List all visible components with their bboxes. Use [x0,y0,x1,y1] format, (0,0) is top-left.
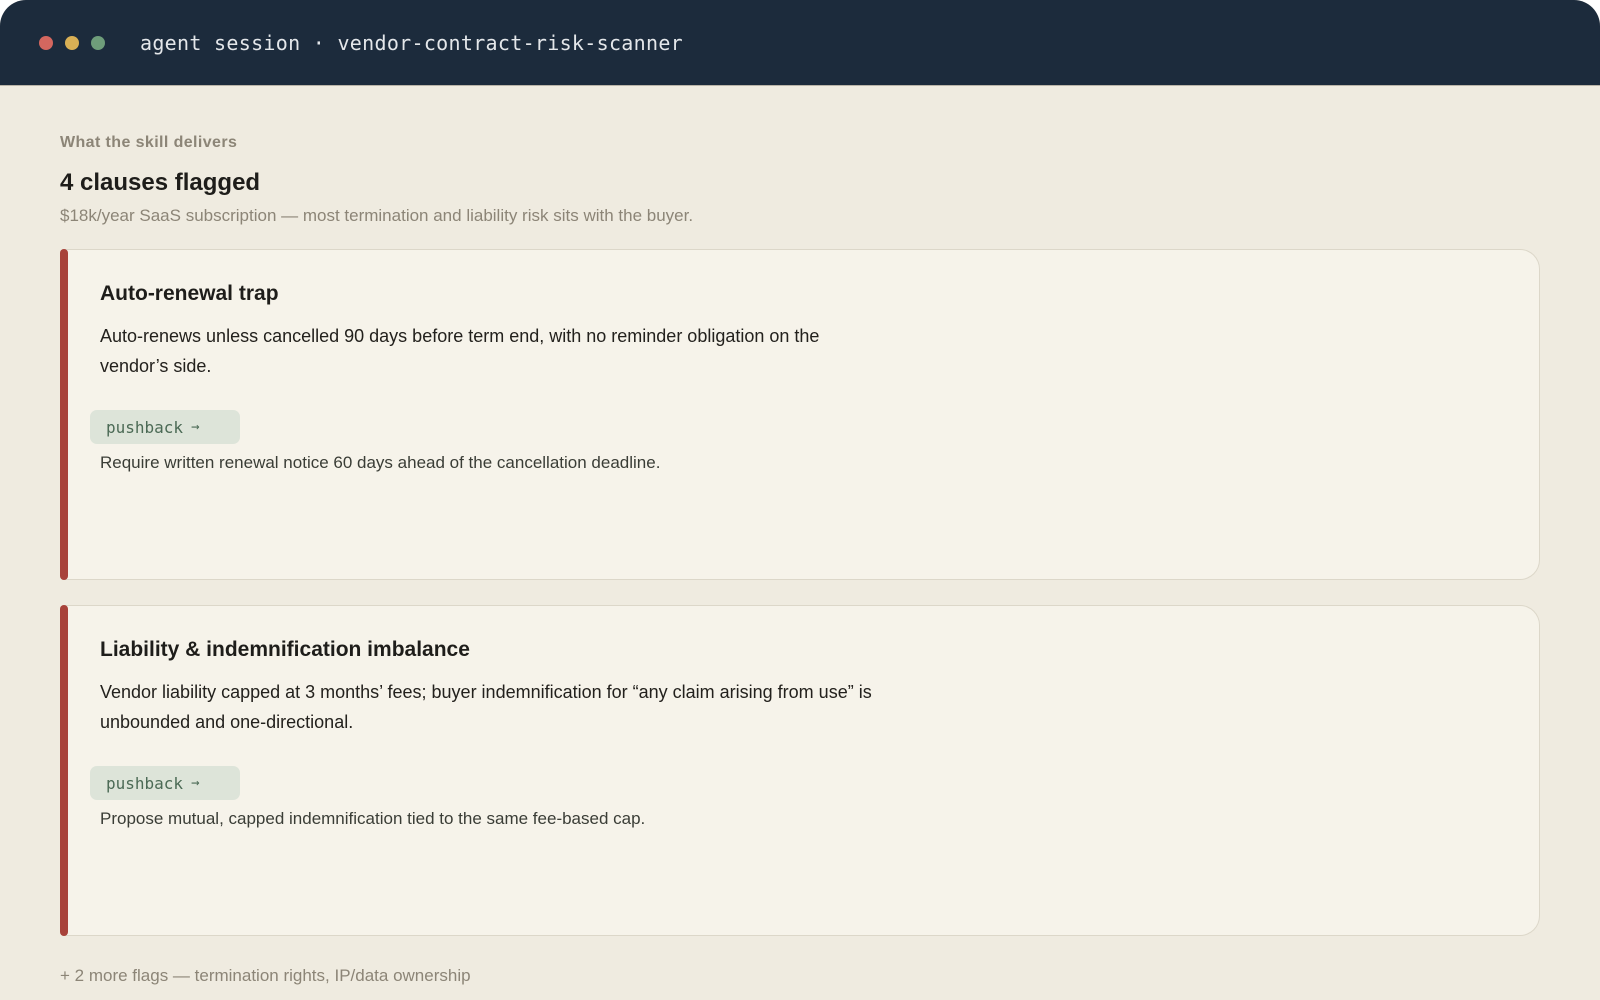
flag-recommendation: Require written renewal notice 60 days a… [100,453,661,472]
page-subtitle: $18k/year SaaS subscription — most termi… [60,206,694,225]
flag-recommendation: Propose mutual, capped indemnification t… [100,809,646,828]
section-eyebrow: What the skill delivers [60,134,238,151]
severity-bar [60,249,68,580]
pushback-button[interactable]: pushback → [90,766,240,800]
arrow-right-icon: → [191,419,200,435]
pushback-button[interactable]: pushback → [90,410,240,444]
close-window-button[interactable] [39,35,53,50]
minimize-window-button[interactable] [65,35,79,50]
flag-description: Vendor liability capped at 3 months’ fee… [100,682,872,732]
arrow-right-icon: → [191,775,200,791]
pushback-label: pushback [106,417,184,437]
flag-description: Auto-renews unless cancelled 90 days bef… [100,326,820,376]
flag-card-auto-renewal: Auto-renewal trap Auto-renews unless can… [60,249,1540,580]
flag-title: Liability & indemnification imbalance [100,638,470,661]
severity-bar [60,605,68,936]
flag-title: Auto-renewal trap [100,282,279,305]
titlebar: agent session · vendor-contract-risk-sca… [0,0,1600,86]
pushback-label: pushback [106,773,184,793]
page-title: 4 clauses flagged [60,169,261,196]
app-window: agent session · vendor-contract-risk-sca… [0,0,1600,1000]
maximize-window-button[interactable] [91,35,105,50]
more-flags-link[interactable]: + 2 more flags — termination rights, IP/… [60,966,471,986]
window-title: agent session · vendor-contract-risk-sca… [140,30,684,55]
flag-card-liability: Liability & indemnification imbalance Ve… [60,605,1540,936]
